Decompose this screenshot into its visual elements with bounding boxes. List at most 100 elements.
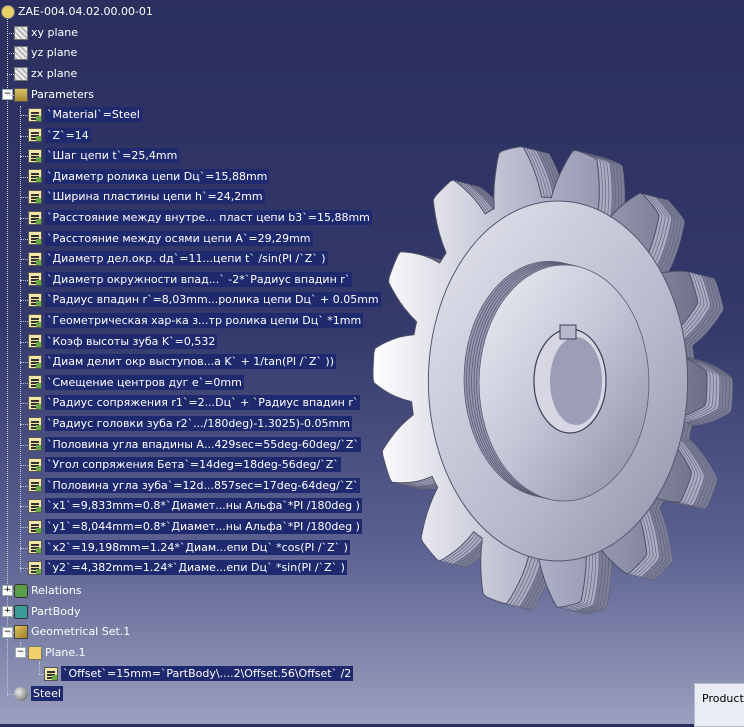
- parameter-icon: [28, 395, 42, 410]
- tree-item-parameter[interactable]: `Z`=14: [28, 126, 91, 145]
- tree-item-label: xy plane: [31, 26, 79, 39]
- tree-item-parameter[interactable]: `Смещение центров дуг e`=0mm: [28, 373, 244, 392]
- tree-item-parameter[interactable]: `Material`=Steel: [28, 105, 142, 124]
- plane1-branch-line: [39, 662, 40, 674]
- branch-connector: [7, 53, 14, 54]
- parameter-icon: [28, 478, 42, 493]
- plane-icon: [14, 25, 28, 40]
- parameter-label: `Радиус головки зуба r2`.../180deg)-1.30…: [45, 416, 352, 431]
- parameter-icon: [28, 148, 42, 163]
- tree-item-relations[interactable]: Relations: [14, 581, 82, 600]
- part-root-icon: [1, 4, 15, 19]
- parameter-icon: [28, 128, 42, 143]
- geometrical-set-icon: [14, 624, 28, 639]
- tree-item-offset-parameter[interactable]: `Offset`=15mm=`PartBody\....2\Offset.56\…: [44, 664, 354, 683]
- parameter-icon: [28, 519, 42, 534]
- tree-item-parameters[interactable]: Parameters: [14, 85, 94, 104]
- parameter-icon: [28, 560, 42, 575]
- tree-item-label: Plane.1: [45, 646, 86, 659]
- tree-item-parameter[interactable]: `x1`=9,833mm=0.8*`Диамет...ны Альфа`*PI …: [28, 496, 362, 515]
- tree-item-label: Steel: [31, 686, 63, 701]
- parameter-icon: [28, 272, 42, 287]
- tree-item-parameter[interactable]: `Шаг цепи t`=25,4mm: [28, 146, 180, 165]
- branch-connector: [20, 135, 28, 137]
- tree-item-parameter[interactable]: `Радиус впадин r`=8,03mm...ролика цепи D…: [28, 290, 381, 309]
- parameter-icon: [28, 457, 42, 472]
- branch-connector: [20, 156, 28, 158]
- parameter-label: `Угол сопряжения Бета`=14deg=18deg-56deg…: [45, 457, 341, 473]
- tree-item-parameter[interactable]: `Половина угла впадины А...429sec=55deg-…: [28, 435, 361, 454]
- parameter-label: `Material`=Steel: [45, 107, 142, 122]
- parameter-label: `Коэф высоты зуба K`=0,532: [45, 333, 218, 349]
- parameter-icon: [28, 437, 42, 452]
- tree-item-parameter[interactable]: `Диаметр дел.окр. dд`=11...цепи t` /sin(…: [28, 249, 328, 268]
- parameter-label: `Радиус сопряжения r1`=2...Dц` + `Радиус…: [45, 395, 361, 411]
- tree-item-parameter[interactable]: `y1`=8,044mm=0.8*`Диамет...ны Альфа`*PI …: [28, 517, 362, 536]
- branch-connector: [20, 568, 28, 570]
- parameter-icon: [28, 540, 42, 555]
- tree-item-xy-plane[interactable]: xy plane: [14, 23, 78, 42]
- branch-connector: [20, 238, 28, 240]
- parameter-label: `Половина угла зуба`=12d...857sec=17deg-…: [45, 477, 361, 493]
- branch-connector: [20, 403, 28, 405]
- parameter-icon: [28, 292, 42, 307]
- branch-connector: [7, 694, 14, 695]
- parameters-set-icon: [14, 87, 28, 102]
- tree-item-parameter[interactable]: `Угол сопряжения Бета`=14deg=18deg-56deg…: [28, 455, 341, 474]
- branch-connector: [20, 485, 28, 487]
- parameter-icon: [28, 231, 42, 246]
- parameter-icon: [28, 498, 42, 513]
- branch-connector: [20, 300, 28, 302]
- parameter-label: `Смещение центров дуг e`=0mm: [45, 374, 244, 390]
- branch-connector: [20, 176, 28, 178]
- branch-connector: [20, 465, 28, 467]
- branch-connector: [20, 362, 28, 364]
- tree-item-parameter[interactable]: `x2`=19,198mm=1.24*`Диам...епи Dц` *cos(…: [28, 538, 350, 557]
- tree-item-parameter[interactable]: `Диаметр ролика цепи Dц`=15,88mm: [28, 167, 270, 186]
- plane-icon: [14, 66, 28, 81]
- parameter-label: `y2`=4,382mm=1.24*`Диаме...епи Dц` *sin(…: [45, 560, 347, 576]
- branch-connector: [20, 279, 28, 281]
- parameter-label: `Диам делит окр выступов...а K` + 1/tan(…: [45, 354, 336, 370]
- tree-item-geometrical-set[interactable]: Geometrical Set.1: [14, 622, 130, 641]
- tree-item-parameter[interactable]: `Геометрическая хар-ка з...тр ролика цеп…: [28, 311, 364, 330]
- specification-tree: ZAE-004.04.02.00.00-01 xy plane yz plane…: [0, 0, 744, 724]
- branch-connector: [20, 321, 28, 322]
- tree-root[interactable]: ZAE-004.04.02.00.00-01: [1, 2, 153, 21]
- tree-item-material[interactable]: Steel: [14, 684, 63, 703]
- parameter-icon: [28, 210, 42, 225]
- relations-icon: [14, 583, 28, 598]
- parameter-label: `Расстояние между внутре... пласт цепи b…: [45, 210, 372, 225]
- tree-item-yz-plane[interactable]: yz plane: [14, 43, 77, 62]
- tree-item-parameter[interactable]: `Ширина пластины цепи h`=24,2mm: [28, 187, 265, 206]
- parameter-label: `Ширина пластины цепи h`=24,2mm: [45, 189, 265, 205]
- tree-item-parameter[interactable]: `Расстояние между внутре... пласт цепи b…: [28, 208, 372, 227]
- tree-item-label: zx plane: [31, 67, 78, 80]
- parameter-icon: [28, 416, 42, 431]
- tree-item-parameter[interactable]: `Коэф высоты зуба K`=0,532: [28, 332, 218, 351]
- tree-item-parameter[interactable]: `Половина угла зуба`=12d...857sec=17deg-…: [28, 476, 361, 495]
- tree-item-parameter[interactable]: `Расстояние между осями цепи A`=29,29mm: [28, 229, 313, 248]
- tree-item-parameter[interactable]: `Диаметр окружности впад...` -2*`Радиус …: [28, 270, 353, 289]
- branch-connector: [7, 95, 14, 96]
- product-panel[interactable]: Product: [694, 683, 744, 727]
- parameter-icon: [28, 375, 42, 390]
- tree-item-zx-plane[interactable]: zx plane: [14, 64, 77, 83]
- branch-connector: [20, 506, 28, 508]
- parameter-label: `Z`=14: [45, 127, 91, 143]
- branch-connector: [20, 547, 28, 549]
- tree-item-parameter[interactable]: `Радиус головки зуба r2`.../180deg)-1.30…: [28, 414, 352, 433]
- branch-connector: [7, 591, 14, 592]
- partbody-icon: [14, 604, 28, 619]
- parameter-label: `x2`=19,198mm=1.24*`Диам...епи Dц` *cos(…: [45, 539, 350, 555]
- branch-connector: [20, 259, 28, 261]
- plane-icon: [14, 45, 28, 60]
- tree-item-parameter[interactable]: `Радиус сопряжения r1`=2...Dц` + `Радиус…: [28, 393, 361, 412]
- branch-connector: [20, 444, 28, 446]
- tree-item-partbody[interactable]: PartBody: [14, 602, 80, 621]
- tree-item-parameter[interactable]: `y2`=4,382mm=1.24*`Диаме...епи Dц` *sin(…: [28, 558, 347, 577]
- branch-connector: [20, 653, 28, 654]
- tree-item-plane1[interactable]: Plane.1: [28, 643, 86, 662]
- tree-item-parameter[interactable]: `Диам делит окр выступов...а K` + 1/tan(…: [28, 352, 336, 371]
- branch-connector: [20, 197, 28, 199]
